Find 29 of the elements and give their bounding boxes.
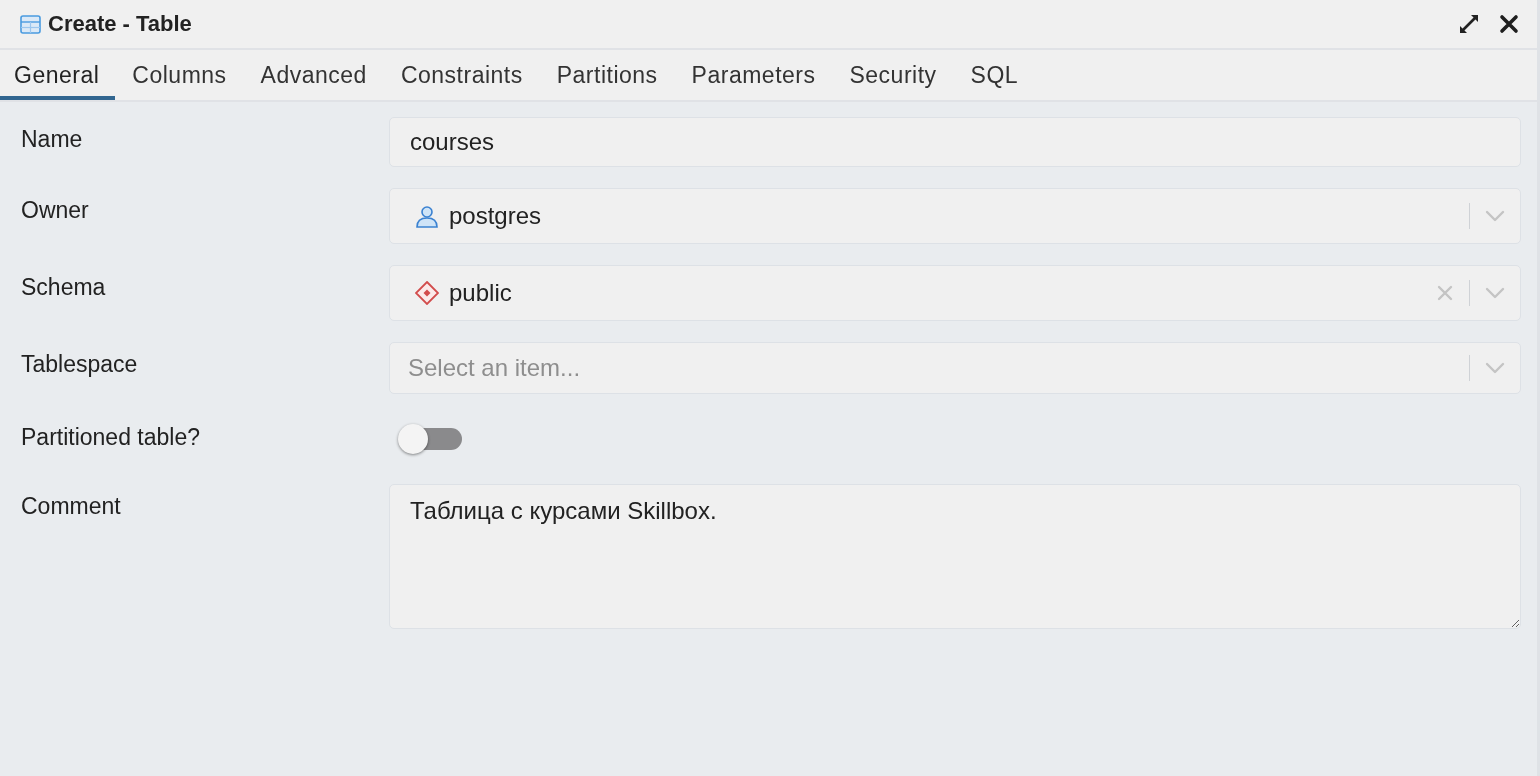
expand-icon[interactable] [1457,12,1481,36]
chevron-down-icon[interactable] [1485,287,1505,299]
user-icon [415,204,439,228]
toggle-switch[interactable] [397,423,462,455]
window-title: Create - Table [48,11,192,37]
chevron-down-icon[interactable] [1485,210,1505,222]
tab[interactable]: Columns [115,50,244,100]
diamond-icon [415,281,439,305]
tab[interactable]: General [0,50,116,100]
tab[interactable]: Constraints [383,50,540,100]
table-icon [20,14,41,34]
owner-select[interactable]: postgres [389,188,1521,244]
comment-textarea[interactable]: Таблица с курсами Skillbox. [389,484,1521,629]
field-label: Owner [21,196,90,224]
tab[interactable]: Advanced [243,50,384,100]
field-label: Tablespace [21,350,139,378]
field-label: Partitioned table? [21,423,201,451]
schema-select[interactable]: public [389,265,1521,321]
name-input[interactable]: courses [389,117,1521,167]
field-label: Schema [21,273,107,301]
chevron-down-icon[interactable] [1485,362,1505,374]
tab[interactable]: Parameters [674,50,833,100]
field-label: Comment [21,492,122,520]
clear-icon[interactable] [1437,285,1453,301]
tab[interactable]: SQL [953,50,1036,100]
tab[interactable]: Partitions [539,50,675,100]
field-label: Name [21,125,84,153]
close-icon[interactable] [1499,14,1519,34]
tab[interactable]: Security [832,50,954,100]
